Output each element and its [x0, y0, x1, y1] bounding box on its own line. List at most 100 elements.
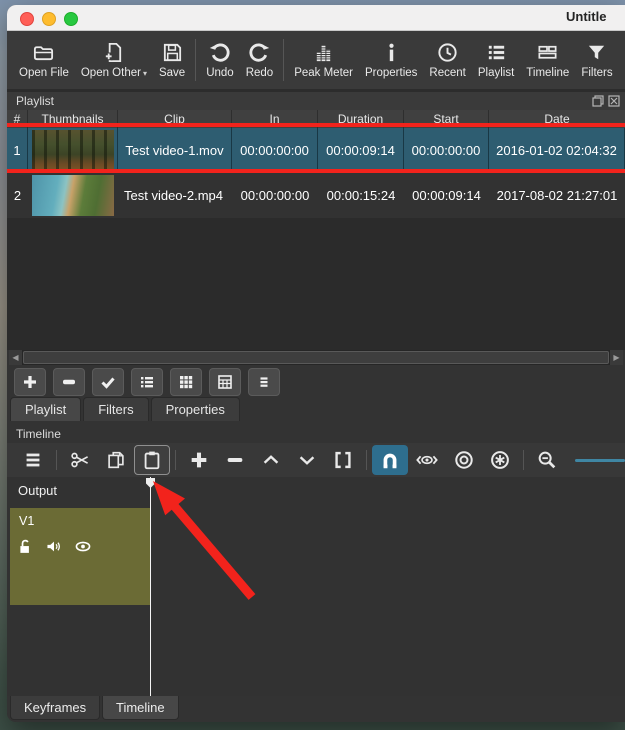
update-clip-button[interactable] — [92, 368, 124, 396]
cut-button[interactable] — [62, 445, 98, 475]
add-clip-button[interactable] — [14, 368, 46, 396]
column-header-clip[interactable]: Clip — [118, 110, 232, 128]
recent-icon — [436, 41, 459, 64]
traffic-lights — [20, 12, 78, 26]
scroll-left-icon[interactable]: ◀ — [9, 350, 22, 365]
filters-button[interactable]: Filters — [575, 34, 618, 86]
float-panel-icon[interactable] — [592, 95, 604, 107]
column-header-date[interactable]: Date — [489, 110, 625, 128]
ripple-all-tracks-button[interactable] — [482, 445, 518, 475]
toolbar-separator — [366, 450, 367, 470]
zoom-out-button[interactable] — [529, 445, 565, 475]
save-button[interactable]: Save — [153, 34, 191, 86]
copy-button[interactable] — [98, 445, 134, 475]
video-track-v1[interactable]: V1 — [10, 508, 150, 605]
view-icons-button[interactable] — [209, 368, 241, 396]
playlist-panel-title: Playlist — [16, 94, 54, 108]
ripple-delete-button[interactable] — [217, 445, 253, 475]
save-label: Save — [159, 67, 185, 79]
redo-label: Redo — [246, 67, 274, 79]
plus-icon — [22, 374, 38, 390]
recent-button[interactable]: Recent — [423, 34, 471, 86]
track-name: V1 — [19, 514, 34, 528]
paste-button[interactable] — [134, 445, 170, 475]
lock-track-icon[interactable] — [17, 538, 34, 560]
recent-label: Recent — [429, 67, 465, 79]
timeline-menu-button[interactable] — [15, 445, 51, 475]
playlist-toolbar-button[interactable]: Playlist — [472, 34, 520, 86]
redo-button[interactable]: Redo — [240, 34, 280, 86]
playhead-line[interactable] — [150, 477, 151, 696]
timeline-toolbar — [7, 443, 625, 477]
output-track-header[interactable]: Output — [7, 477, 150, 505]
column-header-duration[interactable]: Duration — [318, 110, 404, 128]
playlist-rows: 1 Test video-1.mov 00:00:00:00 00:00:09:… — [7, 128, 625, 218]
timeline-toolbar-button[interactable]: Timeline — [520, 34, 575, 86]
timeline-zoom-slider[interactable] — [575, 459, 625, 462]
undo-button[interactable]: Undo — [200, 34, 240, 86]
playlist-button-bar — [14, 368, 280, 396]
window-title: Untitle — [566, 9, 606, 24]
snap-toggle-button[interactable] — [372, 445, 408, 475]
chevron-down-icon — [296, 449, 318, 471]
tab-filters[interactable]: Filters — [83, 397, 148, 421]
tab-timeline[interactable]: Timeline — [102, 696, 179, 720]
asterisk-circle-icon — [489, 449, 511, 471]
view-details-button[interactable] — [131, 368, 163, 396]
mute-track-icon[interactable] — [45, 538, 63, 560]
append-button[interactable] — [181, 445, 217, 475]
properties-button[interactable]: Properties — [359, 34, 423, 86]
table-row-2[interactable]: 2 Test video-2.mp4 00:00:00:00 00:00:15:… — [7, 173, 625, 218]
table-row-1[interactable]: 1 Test video-1.mov 00:00:00:00 00:00:09:… — [7, 128, 625, 173]
open-file-button[interactable]: Open File — [13, 34, 75, 86]
tab-keyframes[interactable]: Keyframes — [10, 696, 100, 720]
lift-button[interactable] — [253, 445, 289, 475]
save-icon — [161, 41, 184, 64]
hide-track-icon[interactable] — [74, 538, 92, 560]
close-panel-icon[interactable] — [608, 95, 620, 107]
tab-playlist[interactable]: Playlist — [10, 397, 81, 421]
close-window-button[interactable] — [20, 12, 34, 26]
peak-meter-button[interactable]: Peak Meter — [288, 34, 359, 86]
column-header-thumbnails[interactable]: Thumbnails — [28, 110, 118, 128]
playlist-panel-header[interactable]: Playlist — [7, 92, 625, 110]
peak-meter-icon — [312, 41, 335, 64]
ripple-button[interactable] — [446, 445, 482, 475]
open-other-label: Open Other — [81, 67, 141, 79]
split-button[interactable] — [325, 445, 361, 475]
scroll-right-icon[interactable]: ▶ — [610, 350, 623, 365]
clip-date: 2017-08-02 21:27:01 — [489, 173, 625, 218]
append-plus-icon — [188, 449, 210, 471]
row-index: 1 — [7, 128, 28, 173]
timeline-body[interactable]: Output V1 — [7, 477, 625, 696]
overwrite-button[interactable] — [289, 445, 325, 475]
zoom-window-button[interactable] — [64, 12, 78, 26]
column-header-start[interactable]: Start — [404, 110, 489, 128]
view-tiles-button[interactable] — [170, 368, 202, 396]
horizontal-scrollbar[interactable]: ◀ ▶ — [9, 350, 623, 365]
clip-start: 00:00:00:00 — [404, 128, 489, 173]
toolbar-separator — [195, 39, 196, 81]
dock-tab-bar: Playlist Filters Properties — [10, 397, 240, 421]
column-header-index[interactable]: # — [7, 110, 28, 128]
playlist-menu-button[interactable] — [248, 368, 280, 396]
scrollbar-thumb[interactable] — [23, 351, 609, 364]
row-index: 2 — [7, 173, 28, 218]
peak-meter-label: Peak Meter — [294, 67, 353, 79]
column-header-in[interactable]: In — [232, 110, 318, 128]
undo-icon — [208, 41, 231, 64]
clip-in: 00:00:00:00 — [232, 173, 318, 218]
toolbar-separator — [175, 450, 176, 470]
toolbar-separator — [56, 450, 57, 470]
scrub-while-dragging-button[interactable] — [408, 445, 446, 475]
view-icons-icon — [217, 374, 233, 390]
view-details-icon — [139, 374, 155, 390]
open-other-button[interactable]: Open Other▾ — [75, 34, 153, 86]
bottom-tab-bar: Keyframes Timeline — [7, 696, 625, 722]
clip-date: 2016-01-02 02:04:32 — [489, 128, 625, 173]
clip-thumbnail-beach — [32, 175, 114, 216]
remove-clip-button[interactable] — [53, 368, 85, 396]
tab-properties[interactable]: Properties — [151, 397, 240, 421]
minimize-window-button[interactable] — [42, 12, 56, 26]
timeline-panel-header[interactable]: Timeline — [7, 425, 625, 443]
